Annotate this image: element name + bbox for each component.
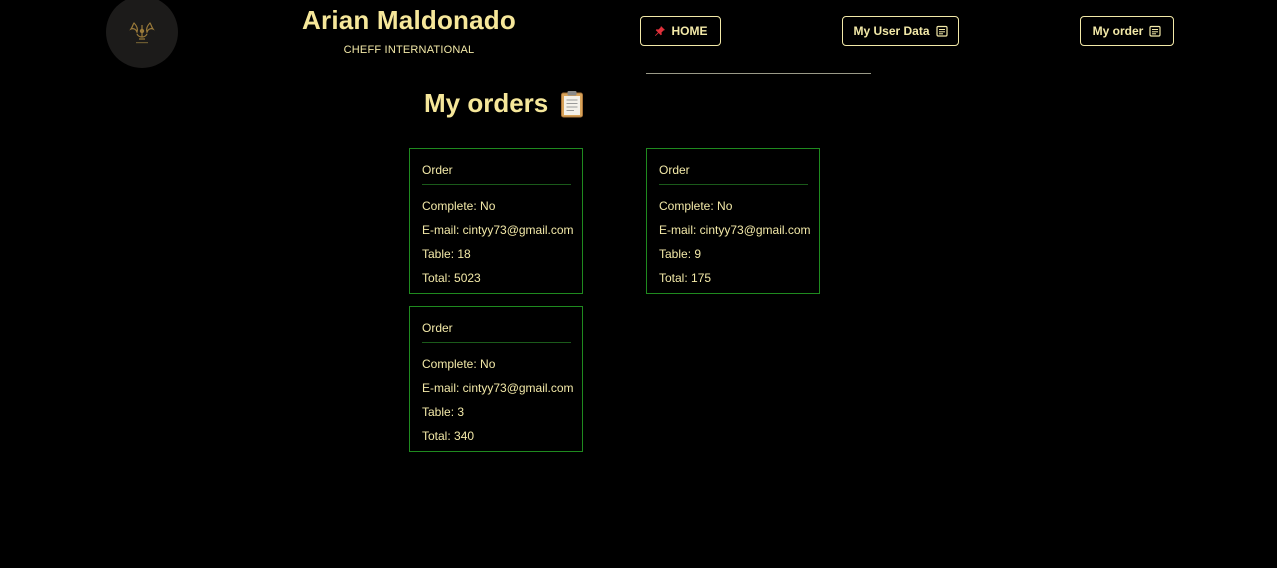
home-button-label: HOME [671, 24, 708, 38]
brand-subtitle: CHEFF INTERNATIONAL [343, 44, 475, 56]
order-card: Order Complete: No E-mail: cintyy73@gmai… [409, 306, 583, 452]
home-button[interactable]: HOME [640, 16, 721, 46]
order-card-details: Complete: No E-mail: cintyy73@gmail.com … [659, 185, 811, 285]
my-user-data-button[interactable]: My User Data [842, 16, 959, 46]
brand-title: Arian Maldonado [302, 5, 516, 35]
order-card-heading: Order [659, 163, 808, 185]
brand-block: Arian Maldonado CHEFF INTERNATIONAL [250, 4, 568, 56]
order-card-heading: Order [422, 321, 571, 343]
order-table: Table: 3 [422, 405, 465, 419]
my-order-button[interactable]: My order [1080, 16, 1174, 46]
order-total: Total: 340 [422, 429, 475, 443]
order-email: E-mail: cintyy73@gmail.com [422, 223, 574, 237]
page-title-text: My orders [424, 88, 549, 118]
order-complete: Complete: No [422, 357, 496, 371]
order-card-details: Complete: No E-mail: cintyy73@gmail.com … [422, 343, 574, 443]
clipboard-icon [561, 90, 584, 117]
order-total: Total: 5023 [422, 271, 481, 285]
my-user-data-label: My User Data [853, 24, 930, 38]
order-email: E-mail: cintyy73@gmail.com [422, 381, 574, 395]
pushpin-icon [654, 26, 665, 36]
logo-crest-graphic [129, 22, 155, 44]
page-title: My orders [424, 88, 584, 119]
order-card-details: Complete: No E-mail: cintyy73@gmail.com … [422, 185, 574, 285]
order-complete: Complete: No [422, 199, 496, 213]
order-email: E-mail: cintyy73@gmail.com [659, 223, 811, 237]
order-table: Table: 9 [659, 247, 702, 261]
order-table: Table: 18 [422, 247, 471, 261]
order-card: Order Complete: No E-mail: cintyy73@gmai… [646, 148, 820, 294]
chef-crest-icon[interactable] [106, 0, 178, 68]
my-order-label: My order [1092, 24, 1144, 38]
nav-divider [646, 73, 871, 74]
page: Arian Maldonado CHEFF INTERNATIONAL HOME… [0, 0, 1277, 568]
calendar-icon [1149, 25, 1161, 37]
calendar-icon [935, 25, 948, 37]
order-card: Order Complete: No E-mail: cintyy73@gmai… [409, 148, 583, 294]
order-total: Total: 175 [659, 271, 712, 285]
order-card-heading: Order [422, 163, 571, 185]
order-complete: Complete: No [659, 199, 733, 213]
